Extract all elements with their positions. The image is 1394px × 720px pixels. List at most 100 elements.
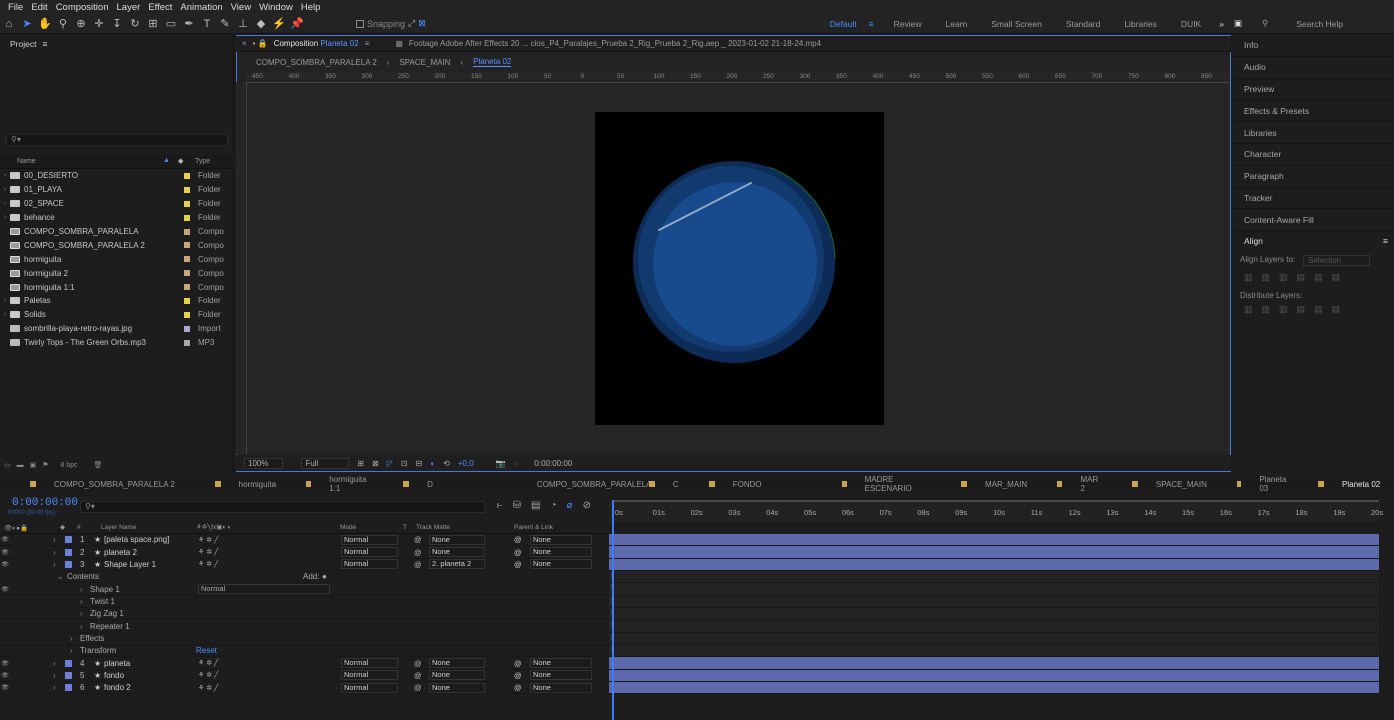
workspace-default[interactable]: Default <box>818 19 869 29</box>
render-queue-icon[interactable]: ⚑ <box>42 461 48 469</box>
track-matte-icon[interactable]: @ <box>414 560 422 569</box>
expand-arrow-icon[interactable]: › <box>70 634 73 643</box>
expand-arrow-icon[interactable]: › <box>80 609 83 618</box>
layer-switches[interactable]: ⚘ ✲ ╱ <box>198 560 218 568</box>
project-item[interactable]: › Paletas Folder <box>0 294 234 308</box>
timeline-tab[interactable]: SPACE_MAIN <box>1102 480 1207 489</box>
twist-1-group[interactable]: › Twist 1 <box>0 596 608 609</box>
channel-icon[interactable]: ◐ <box>430 459 435 468</box>
track-matte-dropdown[interactable]: None <box>429 658 485 669</box>
track-matte-icon[interactable]: @ <box>414 683 422 692</box>
col-name-header[interactable]: Name <box>17 158 36 165</box>
transparency-grid-icon[interactable]: ⊠ <box>372 459 379 468</box>
home-icon[interactable]: ⌂ <box>0 15 18 33</box>
zoom-tool-icon[interactable]: ⚲ <box>54 15 72 33</box>
panel-menu-icon[interactable]: ≡ <box>42 39 47 49</box>
snap-grid-icon[interactable]: ⊠ <box>418 18 426 29</box>
panel-content-aware-fill[interactable]: Content-Aware Fill <box>1233 209 1394 232</box>
roto-brush-tool-icon[interactable]: ⚡ <box>270 15 288 33</box>
panel-audio[interactable]: Audio <box>1233 57 1394 79</box>
draft-3d-icon[interactable]: ⛁ <box>513 500 521 511</box>
panel-effects-presets[interactable]: Effects & Presets <box>1233 100 1394 123</box>
track-matte-icon[interactable]: @ <box>414 548 422 557</box>
expand-arrow-icon[interactable]: › <box>0 311 10 318</box>
label-color-swatch[interactable] <box>184 186 190 193</box>
reset-link[interactable]: Reset <box>196 646 217 655</box>
exposure-value[interactable]: +0,0 <box>458 459 474 468</box>
layer-switches[interactable]: ⚘ ✲ ╱ <box>198 548 218 556</box>
timeline-tab[interactable]: C <box>619 480 679 489</box>
pan-tool-icon[interactable]: ✛ <box>90 15 108 33</box>
align-buttons[interactable]: ▥▥▥▤▤▤ <box>1244 272 1349 283</box>
pick-whip-icon[interactable]: @ <box>514 671 522 680</box>
timeline-tab[interactable]: COMPO_SOMBRA_PARALELA 2 <box>0 480 185 489</box>
layer-label-color[interactable] <box>65 536 72 544</box>
track-matte-dropdown[interactable]: None <box>429 547 485 558</box>
timeline-tab[interactable]: MAR_MAIN <box>931 480 1027 489</box>
layer-duration-bar[interactable] <box>609 682 1379 695</box>
expand-arrow-icon[interactable]: › <box>80 585 83 594</box>
expand-arrow-icon[interactable]: › <box>53 659 56 668</box>
resolution-dropdown[interactable]: Full <box>301 457 350 469</box>
parent-dropdown[interactable]: None <box>530 559 592 570</box>
playhead[interactable] <box>612 500 614 720</box>
switches-header-icon[interactable]: ⚘✲╲fx▣◐◑ <box>196 523 230 531</box>
composition-frame[interactable] <box>595 112 884 425</box>
add-property-button[interactable]: Add: <box>303 572 319 581</box>
mask-visibility-icon[interactable]: ◸ <box>387 459 393 468</box>
layer-name[interactable]: planeta 2 <box>104 548 184 557</box>
menu-edit[interactable]: Edit <box>27 2 51 13</box>
col-type-header[interactable]: Type <box>195 158 210 165</box>
project-item[interactable]: › 01_PLAYA Folder <box>0 183 234 197</box>
layer-duration-bar[interactable] <box>609 546 1379 559</box>
expand-arrow-icon[interactable]: › <box>53 671 56 680</box>
layer-row[interactable]: 👁 › 1 ★ [paleta space.png] ⚘ ✲ ╱ Normal @ None @ N… <box>0 534 608 547</box>
layer-label-color[interactable] <box>65 548 72 556</box>
footage-tab[interactable]: Footage Adobe After Effects 20 ... cios_… <box>409 39 821 48</box>
blend-mode-dropdown[interactable]: Normal <box>341 534 398 545</box>
exposure-reset-icon[interactable]: ⟲ <box>443 459 450 468</box>
pick-whip-icon[interactable]: @ <box>514 548 522 557</box>
interpret-footage-icon[interactable]: ▭ <box>4 461 11 469</box>
breadcrumb-item[interactable]: COMPO_SOMBRA_PARALELA 2 <box>256 58 377 67</box>
label-color-swatch[interactable] <box>184 270 190 277</box>
label-tag-icon[interactable]: ◆ <box>178 157 183 165</box>
project-item[interactable]: COMPO_SOMBRA_PARALELA Compo <box>0 225 234 239</box>
anchor-tool-icon[interactable]: ⊞ <box>144 15 162 33</box>
effects-group[interactable]: › Effects <box>0 633 608 646</box>
timeline-tab[interactable]: MADRE ESCENARIO <box>812 475 931 493</box>
distribute-buttons[interactable]: ▥▥▥▤▤▤ <box>1244 304 1349 315</box>
expand-arrow-icon[interactable]: › <box>53 535 56 544</box>
label-color-swatch[interactable] <box>184 284 190 291</box>
layer-label-color[interactable] <box>65 560 72 568</box>
timeline-tab[interactable]: Planeta 03 <box>1207 475 1288 493</box>
grid-icon[interactable]: ⊡ <box>401 459 408 468</box>
viewer-timecode[interactable]: 0:00:00:00 <box>534 459 572 468</box>
label-color-swatch[interactable] <box>184 297 190 304</box>
panel-libraries[interactable]: Libraries <box>1233 122 1394 144</box>
track-matte-icon[interactable]: @ <box>414 671 422 680</box>
visibility-eye-icon[interactable]: 👁 <box>0 561 10 568</box>
parent-dropdown[interactable]: None <box>530 670 592 681</box>
layer-name[interactable]: fondo <box>104 671 184 680</box>
bpc-label[interactable]: 8 bpc <box>61 462 78 469</box>
trash-icon[interactable]: 🗑 <box>94 461 103 469</box>
brush-tool-icon[interactable]: ✎ <box>216 15 234 33</box>
expand-arrow-icon[interactable]: › <box>80 597 83 606</box>
track-matte-icon[interactable]: @ <box>414 535 422 544</box>
shape-blend-mode-dropdown[interactable]: Normal <box>198 584 330 595</box>
expand-arrow-icon[interactable]: › <box>53 560 56 569</box>
layer-duration-bar[interactable] <box>609 657 1379 670</box>
workspace-overflow-icon[interactable]: » <box>1213 19 1230 29</box>
label-color-swatch[interactable] <box>184 325 190 332</box>
panel-tracker[interactable]: Tracker <box>1233 188 1394 210</box>
layer-name-header[interactable]: Layer Name <box>101 524 136 531</box>
align-panel-title[interactable]: Align <box>1244 236 1263 246</box>
add-icon[interactable]: ● <box>322 572 327 581</box>
expand-arrow-icon[interactable]: › <box>0 186 10 193</box>
puppet-pin-tool-icon[interactable]: 📌 <box>288 15 306 33</box>
region-of-interest-icon[interactable]: ⊞ <box>357 459 364 468</box>
project-item[interactable]: › behance Folder <box>0 211 234 225</box>
shape-1-group[interactable]: › Shape 1 Normal 👁 <box>0 583 608 596</box>
breadcrumb-item[interactable]: SPACE_MAIN <box>399 58 450 67</box>
